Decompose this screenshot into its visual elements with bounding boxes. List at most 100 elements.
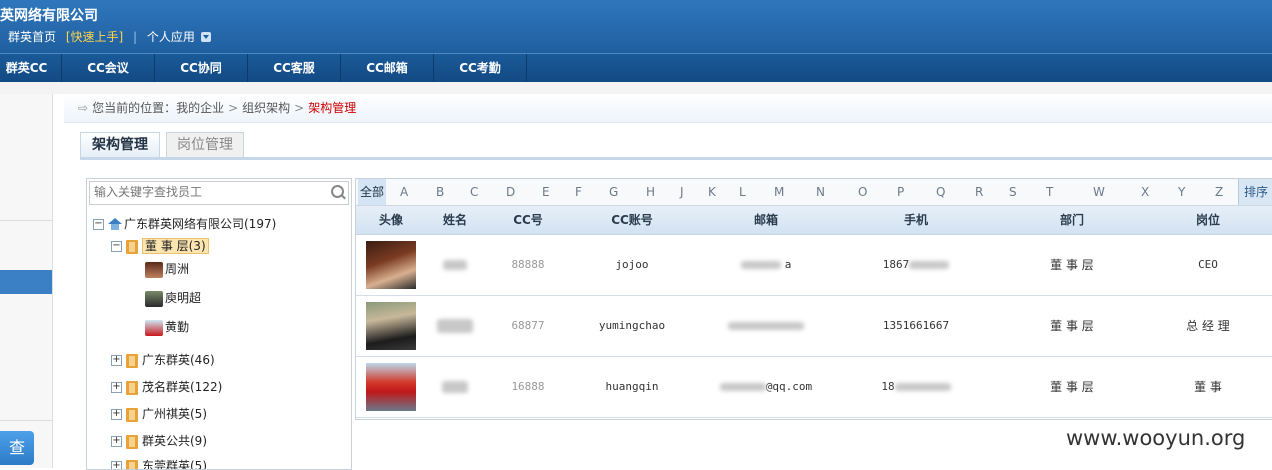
arrow-right-icon: ⇨ bbox=[78, 101, 88, 115]
tree-member[interactable]: 周洲 bbox=[145, 259, 189, 279]
column-header-cc: CC号 bbox=[498, 206, 558, 234]
tree-dept[interactable]: + 广州祺英(5) bbox=[111, 404, 207, 424]
breadcrumb: ⇨您当前的位置：我的企业>组织架构>架构管理 bbox=[64, 94, 1272, 123]
folder-icon bbox=[126, 435, 138, 449]
phone-prefix: 18 bbox=[881, 380, 894, 393]
letter-filter[interactable]: F bbox=[575, 179, 582, 205]
folder-icon bbox=[126, 381, 138, 395]
sort-button[interactable]: 排序 bbox=[1238, 179, 1272, 205]
letter-filter[interactable]: K bbox=[708, 179, 716, 205]
letter-filter-bar: 全部 A B C D E F G H J K L M N O P Q R S T… bbox=[356, 179, 1272, 206]
collapse-icon[interactable]: − bbox=[111, 241, 122, 252]
breadcrumb-item-org[interactable]: 组织架构 bbox=[242, 101, 290, 115]
tree-member-label: 庾明超 bbox=[165, 291, 201, 305]
query-button[interactable]: 查 bbox=[0, 431, 34, 465]
quick-start-link[interactable]: [快速上手] bbox=[66, 30, 123, 44]
dept-cell: 董 事 层 bbox=[1032, 296, 1112, 356]
tree-member[interactable]: 庾明超 bbox=[145, 288, 201, 308]
avatar bbox=[366, 363, 416, 411]
letter-filter[interactable]: J bbox=[680, 179, 684, 205]
nav-item-qunying-cc[interactable]: 群英CC bbox=[0, 54, 62, 82]
letter-filter[interactable]: T bbox=[1046, 179, 1053, 205]
org-tree-panel: −广东群英网络有限公司(197) −董 事 层(3) 周洲 庾明超 黄勤 +广东… bbox=[86, 178, 352, 470]
tree-dept[interactable]: +群英公共(9) bbox=[111, 431, 207, 451]
nav-item-cc-meeting[interactable]: CC会议 bbox=[62, 54, 155, 82]
employee-search bbox=[89, 181, 349, 205]
app-header: 英网络有限公司 群英首页 [快速上手] | 个人应用 bbox=[0, 0, 1272, 53]
nav-item-cc-mail[interactable]: CC邮箱 bbox=[341, 54, 434, 82]
letter-filter[interactable]: B bbox=[436, 179, 444, 205]
header-gap bbox=[0, 82, 1272, 94]
nav-item-cc-service[interactable]: CC客服 bbox=[248, 54, 341, 82]
phone-cell: 18 bbox=[866, 357, 966, 417]
nav-item-cc-collab[interactable]: CC协同 bbox=[155, 54, 248, 82]
watermark: www.wooyun.org bbox=[1066, 426, 1245, 450]
table-row[interactable]: 68877 yumingchao 1351661667 董 事 层 总 经 理 bbox=[356, 296, 1272, 357]
expand-icon[interactable]: + bbox=[111, 355, 122, 366]
column-header-email: 邮箱 bbox=[716, 206, 816, 234]
nav-item-cc-attendance[interactable]: CC考勤 bbox=[434, 54, 527, 82]
email-cell bbox=[716, 296, 816, 356]
personal-apps-link[interactable]: 个人应用 bbox=[147, 30, 195, 44]
expand-icon[interactable]: + bbox=[111, 409, 122, 420]
letter-filter[interactable]: Z bbox=[1215, 179, 1223, 205]
letter-filter[interactable]: C bbox=[470, 179, 478, 205]
letter-filter[interactable]: O bbox=[858, 179, 867, 205]
employee-search-input[interactable] bbox=[90, 182, 324, 202]
post-cell: CEO bbox=[1168, 235, 1248, 295]
tab-positions[interactable]: 岗位管理 bbox=[166, 132, 244, 157]
tree-dept[interactable]: +茂名群英(122) bbox=[111, 377, 222, 397]
column-header-account: CC账号 bbox=[582, 206, 682, 234]
name-cell bbox=[430, 235, 480, 295]
expand-icon[interactable]: + bbox=[111, 461, 122, 470]
collapse-icon[interactable]: − bbox=[93, 219, 104, 230]
search-icon[interactable] bbox=[331, 185, 344, 198]
expand-icon[interactable]: + bbox=[111, 436, 122, 447]
column-header-dept: 部门 bbox=[1032, 206, 1112, 234]
breadcrumb-prefix: 您当前的位置： bbox=[92, 101, 176, 115]
folder-icon bbox=[126, 460, 138, 470]
letter-filter[interactable]: S bbox=[1009, 179, 1017, 205]
tree-member[interactable]: 黄勤 bbox=[145, 317, 189, 337]
table-row[interactable]: 16888 huangqin @qq.com 18 董 事 层 董 事 bbox=[356, 357, 1272, 418]
tree-root[interactable]: − 广东群英网络有限公司(197) bbox=[93, 214, 276, 234]
letter-filter[interactable]: N bbox=[816, 179, 825, 205]
letter-filter[interactable]: A bbox=[400, 179, 408, 205]
breadcrumb-separator: > bbox=[228, 101, 238, 115]
sidebar-divider bbox=[0, 420, 52, 421]
breadcrumb-current: 架构管理 bbox=[308, 101, 356, 115]
letter-filter[interactable]: G bbox=[609, 179, 618, 205]
tree-dept-label: 广州祺英(5) bbox=[142, 407, 207, 421]
avatar bbox=[366, 241, 416, 289]
letter-filter[interactable]: W bbox=[1093, 179, 1105, 205]
company-name: 英网络有限公司 bbox=[0, 5, 98, 25]
tree-dept-label: 广东群英(46) bbox=[142, 353, 215, 367]
table-row[interactable]: 88888 jojoo a 1867 董 事 层 CEO bbox=[356, 235, 1272, 296]
avatar bbox=[145, 262, 163, 278]
letter-filter[interactable]: H bbox=[646, 179, 655, 205]
tree-dept[interactable]: + 广东群英(46) bbox=[111, 350, 215, 370]
breadcrumb-item-enterprise[interactable]: 我的企业 bbox=[176, 101, 224, 115]
main-nav: 群英CC CC会议 CC协同 CC客服 CC邮箱 CC考勤 bbox=[0, 53, 1272, 82]
letter-filter[interactable]: E bbox=[542, 179, 550, 205]
letter-filter[interactable]: R bbox=[975, 179, 983, 205]
letter-filter-all[interactable]: 全部 bbox=[358, 179, 386, 205]
home-link[interactable]: 群英首页 bbox=[8, 30, 56, 44]
tree-dept-label: 东莞群英(5) bbox=[142, 459, 207, 470]
tree-dept-board[interactable]: −董 事 层(3) bbox=[111, 236, 209, 256]
tree-root-label: 广东群英网络有限公司(197) bbox=[124, 217, 276, 231]
letter-filter[interactable]: Q bbox=[936, 179, 945, 205]
chevron-down-icon[interactable] bbox=[201, 32, 211, 42]
letter-filter[interactable]: Y bbox=[1178, 179, 1185, 205]
letter-filter[interactable]: X bbox=[1141, 179, 1149, 205]
dept-cell: 董 事 层 bbox=[1032, 357, 1112, 417]
tab-structure[interactable]: 架构管理 bbox=[80, 132, 160, 157]
avatar bbox=[366, 302, 416, 350]
letter-filter[interactable]: D bbox=[506, 179, 515, 205]
sidebar-item-selected[interactable] bbox=[0, 270, 52, 294]
letter-filter[interactable]: P bbox=[897, 179, 904, 205]
letter-filter[interactable]: M bbox=[774, 179, 784, 205]
letter-filter[interactable]: L bbox=[739, 179, 746, 205]
expand-icon[interactable]: + bbox=[111, 382, 122, 393]
table-header: 头像 姓名 CC号 CC账号 邮箱 手机 部门 岗位 bbox=[356, 206, 1272, 235]
